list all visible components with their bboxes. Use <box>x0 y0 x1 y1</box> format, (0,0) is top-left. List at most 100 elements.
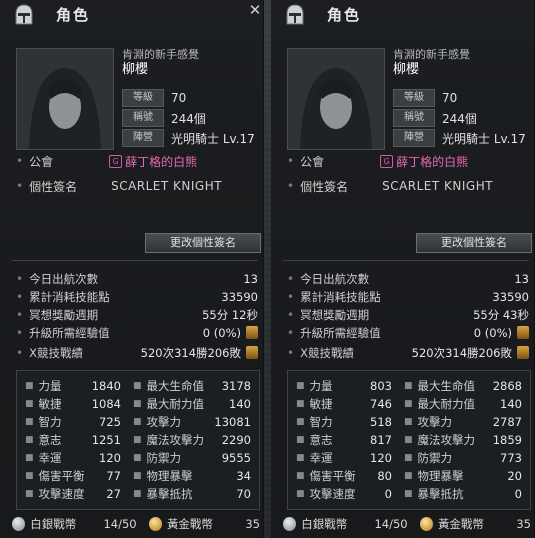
attr-strength: ■ 力量 1840 <box>25 378 121 393</box>
character-name: 柳櫻 <box>393 62 420 77</box>
attr-intelligence: ■ 智力 725 <box>25 414 121 429</box>
info-row-level: 等級 70 <box>393 89 457 107</box>
attr-crit-resist: ■ 暴擊抵抗 70 <box>133 486 251 501</box>
attr-intelligence: ■ 智力 518 <box>296 414 392 429</box>
guild-name[interactable]: 薛丁格的白熊 <box>396 153 468 170</box>
bullet-icon: • <box>287 307 295 322</box>
stat-label: 今日出航次數 <box>29 271 99 286</box>
attr-attack: ■ 攻擊力 13081 <box>133 414 251 429</box>
character-portrait <box>16 48 114 150</box>
attr-agility: ■ 敏捷 1084 <box>25 396 121 411</box>
attr-crit-resist: ■ 暴擊抵抗 0 <box>404 486 522 501</box>
stat-value: 0 (0%) <box>202 325 241 340</box>
stat-value: 33590 <box>492 289 529 304</box>
window-title-bar[interactable]: 角色 ✕ <box>0 0 263 28</box>
stat-row: • 累計消耗技能點 33590 <box>16 288 258 305</box>
stat-label: 冥想獎勵週期 <box>29 307 99 322</box>
attr-strength: ■ 力量 803 <box>296 378 392 393</box>
pvp-label: X競技戰績 <box>29 345 83 360</box>
guild-name[interactable]: 薛丁格的白熊 <box>125 153 197 170</box>
signature-label: 個性簽名 <box>300 179 349 194</box>
gold-label: 黃金戰幣 <box>437 517 484 531</box>
medal-icon <box>517 326 529 339</box>
pvp-label: X競技戰績 <box>300 345 354 360</box>
stat-value: 0 (0%) <box>473 325 512 340</box>
bullet-icon: • <box>16 271 24 286</box>
stat-row: • 冥想獎勵週期 55分 43秒 <box>287 306 529 323</box>
character-panel-right: 角色 肯淵的新手感覺 柳櫻 等級 70 稱號 244個 陣營 光明騎士 Lv.1… <box>271 0 535 538</box>
attr-luck: ■ 幸運 120 <box>25 450 121 465</box>
guild-row: • 公會 G 薛丁格的白熊 <box>16 152 256 170</box>
stat-row: • 今日出航次數 13 <box>287 270 529 287</box>
info-row-faction: 陣營 光明騎士 Lv.17 <box>122 129 255 147</box>
attr-agility: ■ 敏捷 746 <box>296 396 392 411</box>
pvp-row: • X競技戰績 520次314勝206敗 <box>287 344 529 361</box>
gold-value: 35 <box>516 517 531 531</box>
info-row-titles: 稱號 244個 <box>122 109 206 127</box>
info-value: 244個 <box>442 111 477 126</box>
stat-row: • 今日出航次數 13 <box>16 270 258 287</box>
info-row-faction: 陣營 光明騎士 Lv.17 <box>393 129 526 147</box>
currency-row: 白銀戰幣 14/50 黃金戰幣 35 <box>283 514 531 534</box>
signature-value: SCARLET KNIGHT <box>382 179 494 193</box>
attr-balance: ■ 傷害平衡 80 <box>296 468 392 483</box>
bullet-icon: • <box>287 289 295 304</box>
medal-icon <box>246 326 258 339</box>
attr-max-stamina: ■ 最大耐力值 140 <box>133 396 251 411</box>
divider <box>12 260 258 261</box>
guild-icon: G <box>380 154 394 168</box>
attr-crit: ■ 物理暴擊 20 <box>404 468 522 483</box>
info-key: 等級 <box>122 89 164 107</box>
attr-magic-attack: ■ 魔法攻擊力 2290 <box>133 432 251 447</box>
stat-row: • 累計消耗技能點 33590 <box>287 288 529 305</box>
attr-will: ■ 意志 1251 <box>25 432 121 447</box>
bullet-icon: • <box>287 345 295 360</box>
bullet-icon: • <box>16 307 24 322</box>
medal-icon <box>517 346 529 359</box>
gold-value: 35 <box>245 517 260 531</box>
helmet-icon <box>281 2 309 28</box>
window-title: 角色 <box>56 6 91 24</box>
attr-max-hp: ■ 最大生命值 2868 <box>404 378 522 393</box>
bullet-icon: • <box>16 325 24 340</box>
pvp-value: 520次314勝206敗 <box>411 345 512 360</box>
stat-label: 冥想獎勵週期 <box>300 307 370 322</box>
bullet-icon: • <box>287 179 295 193</box>
attr-will: ■ 意志 817 <box>296 432 392 447</box>
attribute-box: ■ 力量 803 ■ 敏捷 746 ■ 智力 518 ■ 意志 817 ■ 幸運 120 ■ 傷害平衡… <box>287 370 531 510</box>
close-icon[interactable]: ✕ <box>247 2 263 18</box>
info-row-level: 等級 70 <box>122 89 186 107</box>
info-value: 244個 <box>171 111 206 126</box>
signature-row: • 個性簽名 SCARLET KNIGHT <box>287 177 527 195</box>
window-title: 角色 <box>327 6 362 24</box>
helmet-icon <box>10 2 38 28</box>
stat-label: 升級所需經驗值 <box>29 325 110 340</box>
info-value: 70 <box>442 91 458 105</box>
attr-attack-speed: ■ 攻擊速度 0 <box>296 486 392 501</box>
stat-value: 55分 12秒 <box>202 307 258 322</box>
guild-label: 公會 <box>300 154 325 169</box>
pvp-value: 520次314勝206敗 <box>140 345 241 360</box>
info-row-titles: 稱號 244個 <box>393 109 477 127</box>
info-key: 等級 <box>393 89 435 107</box>
window-title-bar[interactable]: 角色 <box>271 0 534 28</box>
silver-label: 白銀戰幣 <box>30 517 77 531</box>
change-signature-button[interactable]: 更改個性簽名 <box>145 233 261 253</box>
gold-coin-icon <box>419 517 433 531</box>
attr-max-hp: ■ 最大生命值 3178 <box>133 378 251 393</box>
medal-icon <box>246 346 258 359</box>
change-signature-button[interactable]: 更改個性簽名 <box>416 233 532 253</box>
character-portrait <box>287 48 385 150</box>
bullet-icon: • <box>287 325 295 340</box>
attr-magic-attack: ■ 魔法攻擊力 1859 <box>404 432 522 447</box>
stat-value: 13 <box>514 271 529 286</box>
signature-row: • 個性簽名 SCARLET KNIGHT <box>16 177 256 195</box>
bullet-icon: • <box>287 271 295 286</box>
stat-row: • 冥想獎勵週期 55分 12秒 <box>16 306 258 323</box>
attr-defense: ■ 防禦力 9555 <box>133 450 251 465</box>
attribute-box: ■ 力量 1840 ■ 敏捷 1084 ■ 智力 725 ■ 意志 1251 ■ 幸運 120 ■ 傷… <box>16 370 260 510</box>
stat-value: 33590 <box>221 289 258 304</box>
signature-label: 個性簽名 <box>29 179 78 194</box>
character-panel-left: 角色 ✕ 肯淵的新手感覺 柳櫻 等級 70 稱號 244個 陣營 光明騎士 Lv… <box>0 0 264 538</box>
silver-label: 白銀戰幣 <box>301 517 348 531</box>
